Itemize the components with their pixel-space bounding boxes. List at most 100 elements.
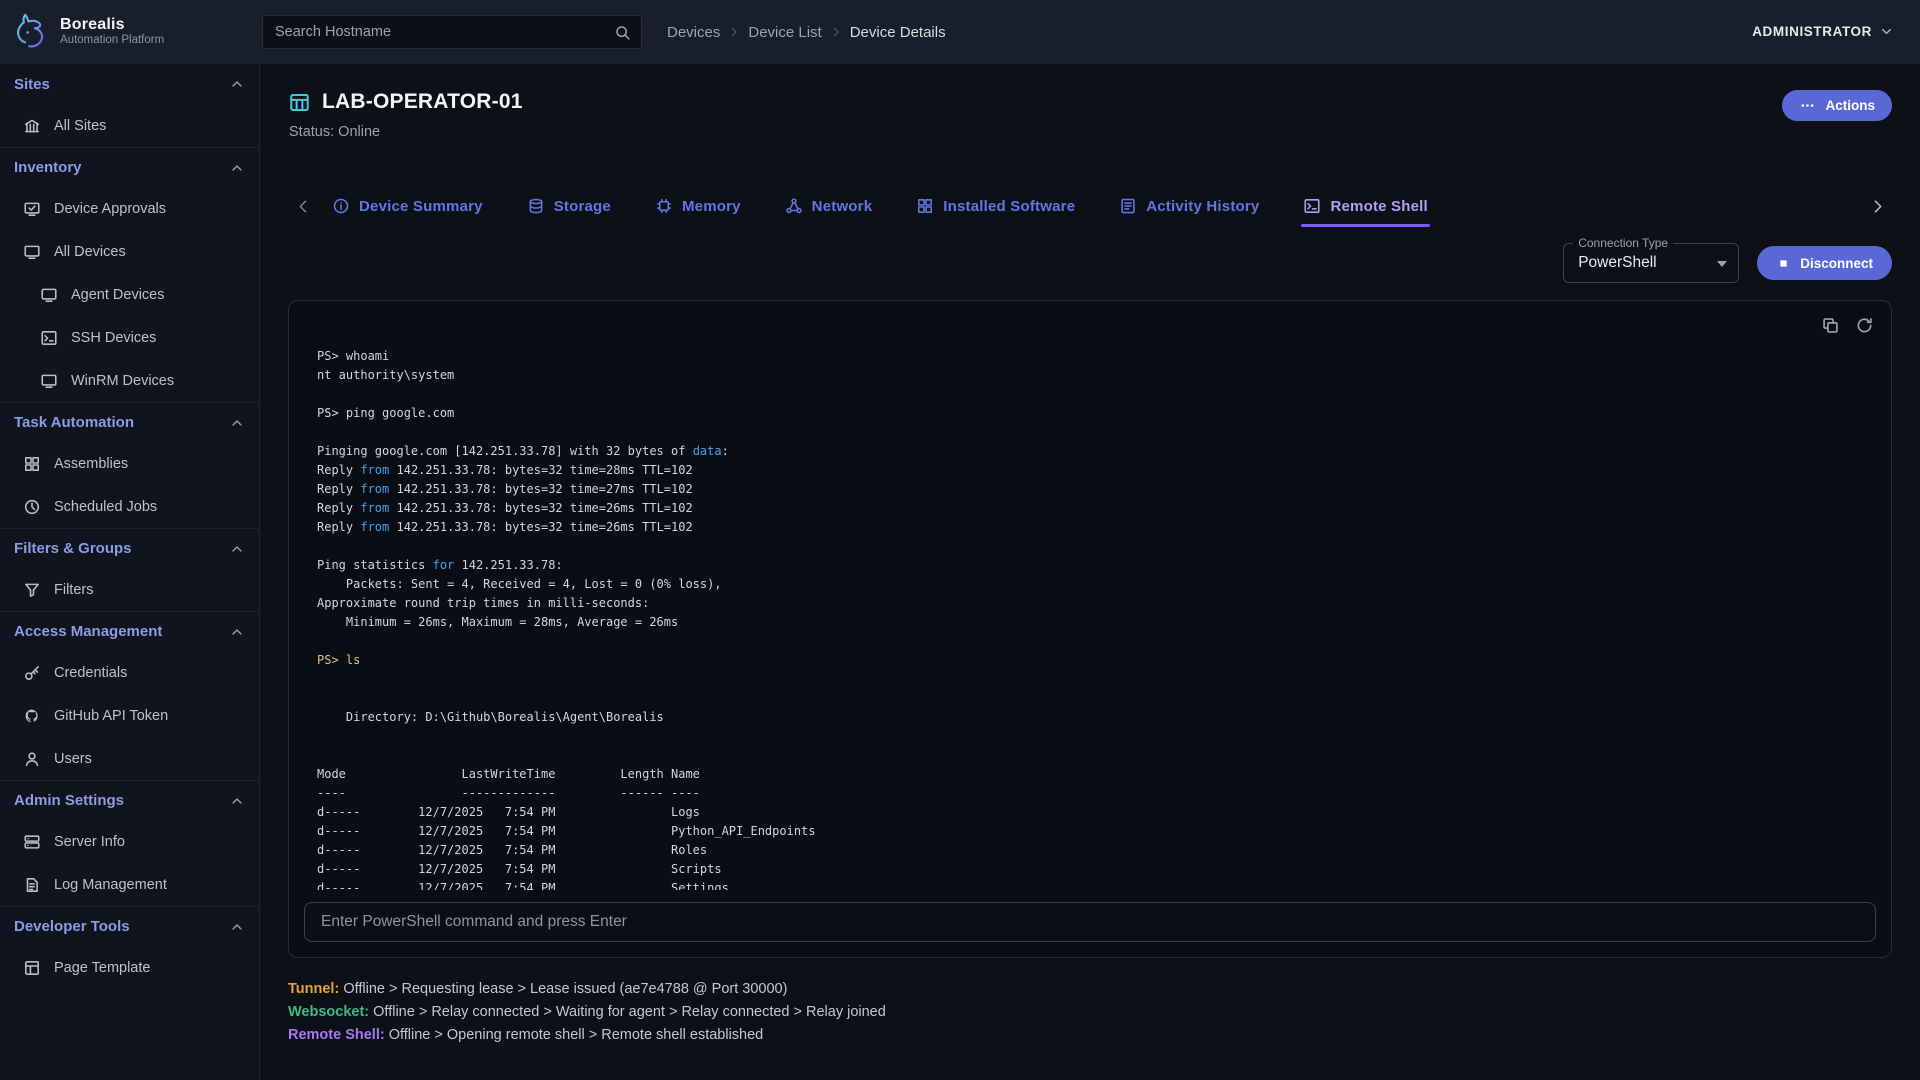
terminal-line: Reply from 142.251.33.78: bytes=32 time=… — [317, 499, 1863, 518]
sidebar-section-sites[interactable]: Sites — [0, 64, 259, 104]
sidebar-item-github-api-token[interactable]: GitHub API Token — [0, 694, 259, 737]
device-title: LAB-OPERATOR-01 — [322, 90, 523, 114]
chevron-right-icon — [1869, 198, 1886, 215]
terminal-line: Mode LastWriteTime Length Name — [317, 765, 1863, 784]
tab-list: Device Summary Storage Memory Network Instal… — [330, 185, 1430, 227]
sidebar-section-task-automation[interactable]: Task Automation — [0, 402, 259, 442]
search-input[interactable] — [275, 24, 614, 40]
terminal-line: Packets: Sent = 4, Received = 4, Lost = … — [317, 575, 1863, 594]
sidebar-section-access-management[interactable]: Access Management — [0, 611, 259, 651]
brand-subtitle: Automation Platform — [60, 34, 164, 47]
disconnect-button-label: Disconnect — [1800, 256, 1873, 271]
terminal-line: d----- 12/7/2025 7:54 PM Scripts — [317, 860, 1863, 879]
terminal-line: ---- ------------- ------ ---- — [317, 784, 1863, 803]
user-menu[interactable]: ADMINISTRATOR — [1752, 24, 1920, 39]
sidebar-item-agent-devices[interactable]: Agent Devices — [0, 273, 259, 316]
sidebar-item-assemblies[interactable]: Assemblies — [0, 442, 259, 485]
ellipsis-icon — [1799, 97, 1816, 114]
chevron-down-icon — [1879, 24, 1894, 39]
borealis-logo-icon — [12, 13, 50, 51]
chevron-up-icon — [229, 160, 245, 176]
tab-device-summary[interactable]: Device Summary — [330, 185, 485, 227]
terminal-line: d----- 12/7/2025 7:54 PM Roles — [317, 841, 1863, 860]
sidebar-item-credentials[interactable]: Credentials — [0, 651, 259, 694]
sidebar-item-all-devices[interactable]: All Devices — [0, 230, 259, 273]
chevron-left-icon — [295, 198, 312, 215]
clock-icon — [23, 498, 41, 516]
status-line-websocket: Websocket: Offline > Relay connected > W… — [288, 1001, 1892, 1024]
select-caret-icon — [1717, 261, 1727, 267]
bank-icon — [23, 117, 41, 135]
sidebar-section-inventory[interactable]: Inventory — [0, 147, 259, 187]
tab-remote-shell[interactable]: Remote Shell — [1301, 185, 1429, 227]
sidebar-section-filters-groups[interactable]: Filters & Groups — [0, 528, 259, 568]
terminal-line — [317, 670, 1863, 689]
sidebar-item-device-approvals[interactable]: Device Approvals — [0, 187, 259, 230]
sidebar-item-users[interactable]: Users — [0, 737, 259, 780]
device-tabbar: Device Summary Storage Memory Network Instal… — [288, 185, 1892, 227]
disconnect-button[interactable]: Disconnect — [1757, 246, 1892, 280]
terminal-line: Reply from 142.251.33.78: bytes=32 time=… — [317, 480, 1863, 499]
sidebar-item-winrm-devices[interactable]: WinRM Devices — [0, 359, 259, 402]
device-icon — [288, 91, 311, 114]
terminal-line: nt authority\system — [317, 366, 1863, 385]
terminal-output[interactable]: PS> whoamint authority\system PS> ping g… — [289, 347, 1891, 890]
sidebar-item-filters[interactable]: Filters — [0, 568, 259, 611]
network-icon — [785, 197, 803, 215]
sidebar-item-all-sites[interactable]: All Sites — [0, 104, 259, 147]
terminal-line: PS> whoami — [317, 347, 1863, 366]
sidebar-section-developer-tools[interactable]: Developer Tools — [0, 906, 259, 946]
server-icon — [23, 833, 41, 851]
tab-network[interactable]: Network — [783, 185, 875, 227]
user-icon — [23, 750, 41, 768]
connection-type-label: Connection Type — [1573, 236, 1673, 250]
connection-type-value: PowerShell — [1578, 254, 1656, 272]
sidebar-item-log-management[interactable]: Log Management — [0, 863, 259, 906]
terminal-line — [317, 727, 1863, 746]
layout-icon — [23, 959, 41, 977]
breadcrumb-separator-icon — [728, 26, 740, 38]
chevron-up-icon — [229, 541, 245, 557]
terminal-line: PS> ls — [317, 651, 1863, 670]
brand: Borealis Automation Platform — [0, 13, 164, 51]
terminal-line: Reply from 142.251.33.78: bytes=32 time=… — [317, 461, 1863, 480]
tabs-scroll-right-button[interactable] — [1862, 185, 1892, 227]
sidebar-section-admin-settings[interactable]: Admin Settings — [0, 780, 259, 820]
brand-title: Borealis — [60, 16, 164, 34]
copy-output-button[interactable] — [1815, 310, 1845, 340]
key-icon — [23, 664, 41, 682]
chevron-up-icon — [229, 76, 245, 92]
hostname-search — [262, 15, 642, 49]
terminal-line: Approximate round trip times in milli-se… — [317, 594, 1863, 613]
terminal-icon — [40, 329, 58, 347]
chevron-up-icon — [229, 793, 245, 809]
breadcrumb-item-device-list[interactable]: Device List — [748, 24, 821, 41]
tab-memory[interactable]: Memory — [653, 185, 743, 227]
terminal-line — [317, 632, 1863, 651]
shell-command-input[interactable] — [304, 902, 1876, 942]
terminal-line: Pinging google.com [142.251.33.78] with … — [317, 442, 1863, 461]
tabs-scroll-left-button[interactable] — [288, 185, 318, 227]
breadcrumb-item-devices[interactable]: Devices — [667, 24, 720, 41]
sidebar-item-ssh-devices[interactable]: SSH Devices — [0, 316, 259, 359]
sidebar-item-scheduled-jobs[interactable]: Scheduled Jobs — [0, 485, 259, 528]
tab-installed-software[interactable]: Installed Software — [914, 185, 1077, 227]
connection-controls: Connection Type PowerShell Disconnect — [288, 241, 1892, 285]
sidebar-item-server-info[interactable]: Server Info — [0, 820, 259, 863]
tab-activity-history[interactable]: Activity History — [1117, 185, 1261, 227]
tab-storage[interactable]: Storage — [525, 185, 613, 227]
terminal-line: d----- 12/7/2025 7:54 PM Logs — [317, 803, 1863, 822]
actions-button[interactable]: Actions — [1782, 90, 1892, 121]
main-content: LAB-OPERATOR-01 Status: Online Actions D… — [260, 64, 1920, 1080]
search-icon — [614, 24, 631, 41]
refresh-output-button[interactable] — [1849, 310, 1879, 340]
sidebar-item-page-template[interactable]: Page Template — [0, 946, 259, 989]
user-menu-label: ADMINISTRATOR — [1752, 24, 1872, 39]
connection-type-select[interactable]: Connection Type PowerShell — [1563, 243, 1739, 283]
remote-shell-terminal: PS> whoamint authority\system PS> ping g… — [288, 300, 1892, 958]
terminal-line: PS> ping google.com — [317, 404, 1863, 423]
breadcrumb-item-device-details[interactable]: Device Details — [850, 24, 946, 41]
terminal-line: d----- 12/7/2025 7:54 PM Python_API_Endp… — [317, 822, 1863, 841]
sidebar: SitesAll SitesInventoryDevice ApprovalsA… — [0, 64, 260, 1080]
db-icon — [527, 197, 545, 215]
